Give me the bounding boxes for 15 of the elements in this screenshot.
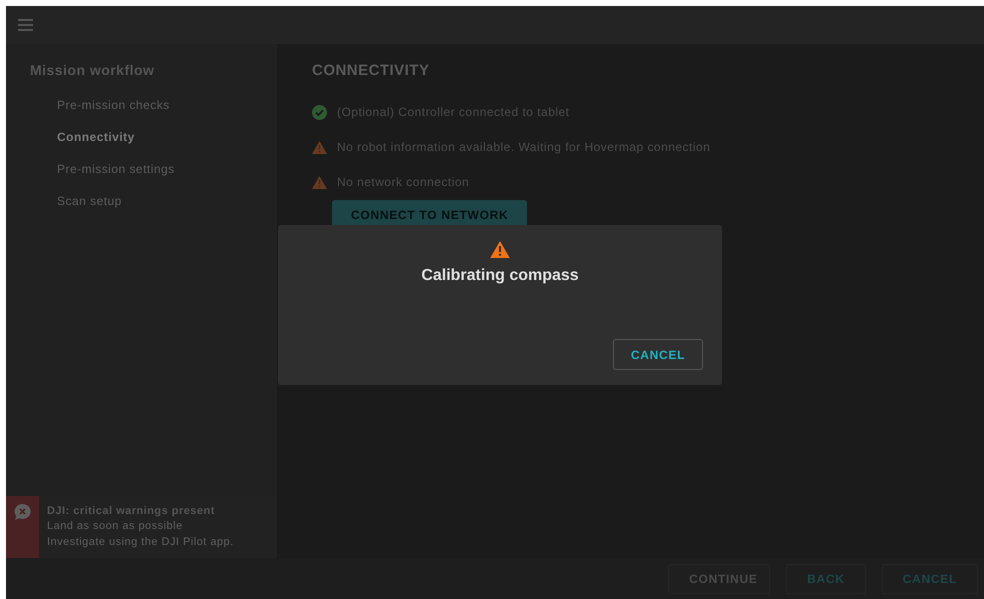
section-title: CONNECTIVITY <box>312 61 430 81</box>
error-bubble-icon <box>14 504 31 520</box>
cancel-button[interactable]: CANCEL <box>613 339 703 370</box>
dialog-title: Calibrating compass <box>421 266 579 286</box>
alert-text: Land as soon as possible <box>47 519 184 534</box>
menu-icon[interactable] <box>18 19 33 31</box>
warning-icon <box>312 140 327 154</box>
check-circle-icon <box>312 104 327 120</box>
alert-text: Investigate using the DJI Pilot app. <box>47 534 234 550</box>
sidebar-item[interactable]: Pre-mission checks <box>6 89 277 121</box>
warning-icon <box>490 241 510 258</box>
sidebar-item[interactable]: Pre-mission settings <box>6 153 277 185</box>
sidebar-item[interactable]: Connectivity <box>6 121 277 153</box>
warning-icon <box>312 176 327 188</box>
sidebar-item[interactable]: Scan setup <box>6 185 277 217</box>
